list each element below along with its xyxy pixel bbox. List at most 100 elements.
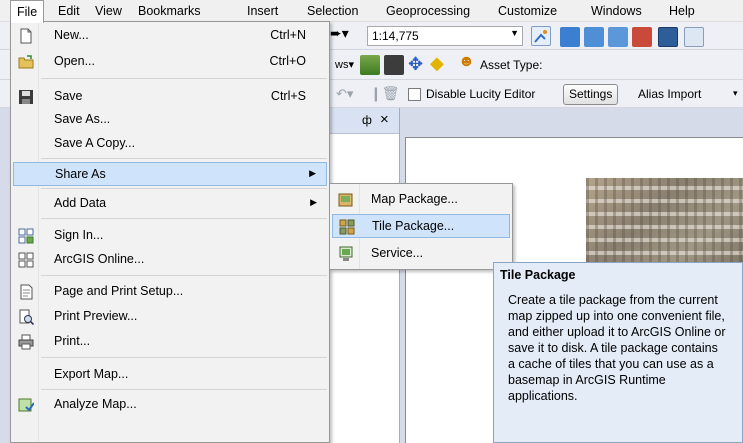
menu-item-label: Service... bbox=[371, 246, 424, 260]
menu-geoprocessing[interactable]: Geoprocessing bbox=[380, 0, 476, 22]
settings-button[interactable]: Settings bbox=[563, 84, 619, 105]
menu-customize[interactable]: Customize bbox=[492, 0, 563, 22]
menu-help[interactable]: Help bbox=[663, 0, 701, 22]
floppy-disk-icon bbox=[19, 90, 33, 104]
network-dropdown[interactable]: ws▾ bbox=[335, 58, 354, 71]
shortcut-text: Ctrl+S bbox=[270, 89, 306, 103]
printer-icon bbox=[18, 334, 34, 350]
tv-monitor-icon[interactable] bbox=[384, 55, 404, 75]
map-scale-combobox[interactable]: 1:14,775 ▼ bbox=[367, 26, 523, 46]
menu-separator bbox=[41, 218, 327, 219]
menu-item-save-as[interactable]: Save As... bbox=[13, 108, 327, 132]
menu-separator bbox=[41, 188, 327, 189]
submenu-item-service[interactable]: Service... bbox=[332, 242, 510, 266]
menu-bookmarks[interactable]: Bookmarks bbox=[132, 0, 207, 22]
editor-toolbar-icon[interactable] bbox=[531, 26, 551, 46]
menu-item-save[interactable]: Save Ctrl+S bbox=[13, 85, 327, 109]
terrain-icon[interactable] bbox=[360, 55, 380, 75]
delete-icon[interactable]: ❙🗑 bbox=[370, 85, 400, 102]
new-document-icon bbox=[20, 28, 32, 44]
menu-item-share-as[interactable]: Share As ▶ bbox=[13, 162, 327, 186]
toolbox-icon[interactable] bbox=[608, 27, 628, 47]
analyze-map-icon bbox=[18, 398, 34, 412]
menu-bar: File Edit View Bookmarks Insert Selectio… bbox=[0, 0, 743, 23]
arcgis-online-grid-icon bbox=[18, 252, 34, 268]
tile-package-tooltip: Tile Package Create a tile package from … bbox=[493, 262, 743, 443]
submenu-item-map-package[interactable]: Map Package... bbox=[332, 188, 510, 212]
menu-item-save-a-copy[interactable]: Save A Copy... bbox=[13, 132, 327, 156]
map-scale-value: 1:14,775 bbox=[372, 29, 419, 43]
file-menu: New... Ctrl+N Open... Ctrl+O Save Ctrl+S… bbox=[10, 21, 330, 443]
menu-item-label: Analyze Map... bbox=[54, 397, 137, 411]
person-icon[interactable]: ☻ bbox=[458, 53, 475, 71]
search-window-icon[interactable] bbox=[584, 27, 604, 47]
menu-separator bbox=[41, 357, 327, 358]
disable-lucity-label: Disable Lucity Editor bbox=[426, 87, 536, 101]
menu-item-add-data[interactable]: Add Data ▶ bbox=[13, 192, 327, 216]
aerial-imagery bbox=[586, 178, 743, 268]
menu-item-open[interactable]: Open... Ctrl+O bbox=[13, 50, 327, 74]
sign-in-grid-icon bbox=[18, 228, 34, 244]
menu-windows[interactable]: Windows bbox=[585, 0, 648, 22]
map-package-icon bbox=[338, 193, 353, 207]
tooltip-body: Create a tile package from the current m… bbox=[508, 293, 726, 403]
warning-sign-icon[interactable]: ◆ bbox=[430, 53, 444, 74]
menu-item-label: Share As bbox=[55, 167, 106, 181]
submenu-arrow-icon: ▶ bbox=[309, 168, 316, 178]
menu-file[interactable]: File bbox=[10, 0, 45, 23]
menu-item-print[interactable]: Print... bbox=[13, 330, 327, 354]
menu-separator bbox=[41, 78, 327, 79]
shortcut-text: Ctrl+O bbox=[269, 54, 306, 68]
menu-separator bbox=[41, 275, 327, 276]
undo-icon[interactable]: ↶▾ bbox=[336, 86, 353, 102]
tile-package-icon bbox=[339, 219, 355, 235]
close-icon[interactable]: × bbox=[380, 111, 389, 128]
submenu-item-tile-package[interactable]: Tile Package... bbox=[332, 214, 510, 238]
menu-edit[interactable]: Edit bbox=[52, 0, 86, 22]
pin-icon[interactable]: ф bbox=[362, 113, 372, 127]
menu-separator bbox=[41, 158, 327, 159]
menu-item-label: Print Preview... bbox=[54, 309, 138, 323]
menu-item-print-preview[interactable]: Print Preview... bbox=[13, 305, 327, 329]
menu-item-label: ArcGIS Online... bbox=[54, 252, 145, 266]
menu-item-label: Page and Print Setup... bbox=[54, 284, 184, 298]
pointer-dropdown-icon[interactable]: ➨▾ bbox=[330, 25, 349, 42]
shortcut-text: Ctrl+N bbox=[270, 28, 306, 42]
catalog-window-icon[interactable] bbox=[560, 27, 580, 47]
menu-item-analyze-map[interactable]: Analyze Map... bbox=[13, 393, 327, 417]
python-window-icon[interactable] bbox=[632, 27, 652, 47]
menu-item-label: Sign In... bbox=[54, 228, 104, 242]
menu-item-label: Map Package... bbox=[371, 192, 458, 206]
tooltip-title: Tile Package bbox=[500, 268, 576, 282]
menu-item-export-map[interactable]: Export Map... bbox=[13, 363, 327, 387]
model-builder-icon[interactable] bbox=[658, 27, 678, 47]
submenu-arrow-icon: ▶ bbox=[310, 197, 317, 207]
menu-item-label: Add Data bbox=[54, 196, 107, 210]
menu-view[interactable]: View bbox=[89, 0, 128, 22]
disable-lucity-checkbox[interactable] bbox=[408, 88, 421, 101]
menu-separator bbox=[41, 389, 327, 390]
menu-item-arcgis-online[interactable]: ArcGIS Online... bbox=[13, 248, 327, 272]
arcmap-window-icon[interactable] bbox=[684, 27, 704, 47]
menu-item-label: Save bbox=[54, 89, 83, 103]
toolbar-overflow-icon[interactable]: ▾ bbox=[733, 88, 738, 99]
menu-item-label: Tile Package... bbox=[372, 219, 455, 233]
trace-icon[interactable]: ✥ bbox=[408, 54, 423, 75]
menu-item-label: New... bbox=[54, 28, 89, 42]
page-setup-icon bbox=[20, 284, 33, 300]
menu-insert[interactable]: Insert bbox=[241, 0, 284, 22]
menu-item-label: Open... bbox=[54, 54, 95, 68]
share-as-submenu: Map Package... Tile Package... Service..… bbox=[329, 183, 513, 270]
print-preview-icon bbox=[19, 309, 34, 325]
open-folder-icon bbox=[18, 55, 34, 69]
chevron-down-icon[interactable]: ▼ bbox=[510, 28, 519, 38]
menu-item-label: Export Map... bbox=[54, 367, 129, 381]
alias-import-button[interactable]: Alias Import bbox=[638, 87, 701, 101]
service-icon bbox=[339, 246, 353, 261]
menu-item-new[interactable]: New... Ctrl+N bbox=[13, 24, 327, 48]
menu-item-page-and-print-setup[interactable]: Page and Print Setup... bbox=[13, 280, 327, 304]
asset-type-label: Asset Type: bbox=[480, 58, 543, 72]
menu-selection[interactable]: Selection bbox=[301, 0, 364, 22]
menu-item-label: Print... bbox=[54, 334, 91, 348]
menu-item-sign-in[interactable]: Sign In... bbox=[13, 224, 327, 248]
